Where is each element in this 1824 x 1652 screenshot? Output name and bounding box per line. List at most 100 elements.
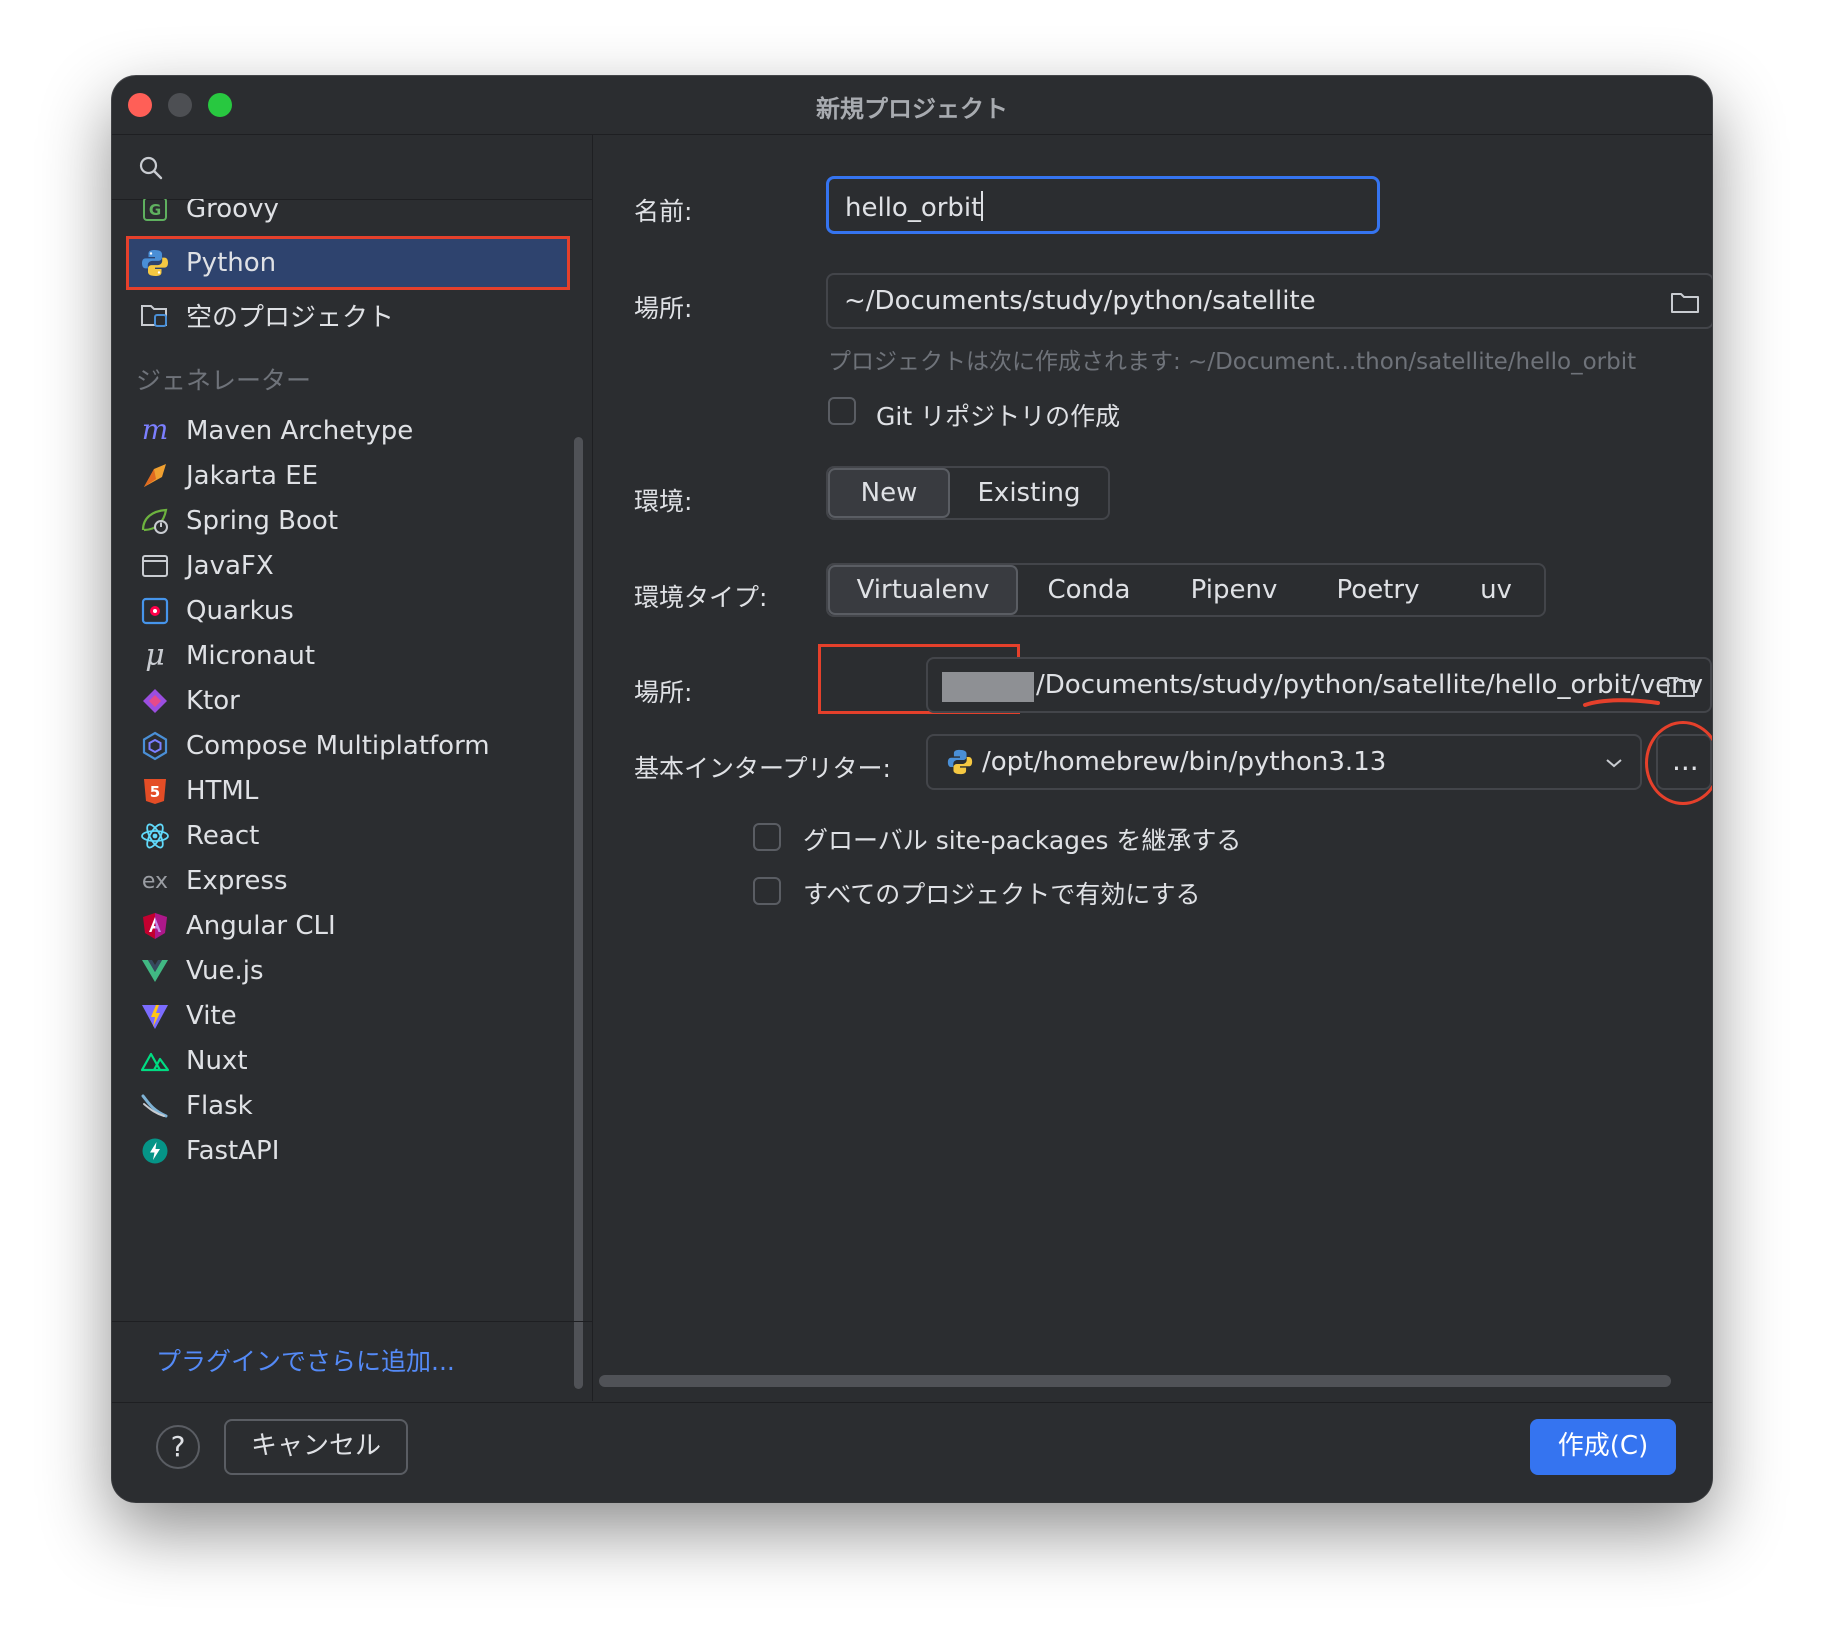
- sidebar-scrollbar[interactable]: [574, 437, 583, 1389]
- fastapi-icon: [138, 1134, 172, 1168]
- sidebar-item-label: Flask: [186, 1091, 253, 1121]
- env-type-option-conda[interactable]: Conda: [1018, 565, 1160, 615]
- form-horizontal-scrollbar[interactable]: [599, 1375, 1671, 1387]
- project-settings-form: 名前: hello_orbit 場所: ~/Documents/study/py…: [593, 135, 1712, 1401]
- sidebar-item-label: HTML: [186, 776, 259, 806]
- location-label: 場所:: [634, 294, 693, 323]
- maven-icon: m: [138, 414, 172, 448]
- chevron-down-icon: [1606, 759, 1622, 768]
- spring-boot-icon: [138, 504, 172, 538]
- venv-location-input[interactable]: /Documents/study/python/satellite/hello_…: [926, 657, 1712, 713]
- folder-icon[interactable]: [1666, 673, 1696, 699]
- svg-text:5: 5: [150, 783, 160, 801]
- express-icon: ex: [138, 864, 172, 898]
- sidebar-item-empty-project[interactable]: 空のプロジェクト: [128, 290, 568, 340]
- angular-icon: [138, 909, 172, 943]
- sidebar-item-compose-multiplatform[interactable]: Compose Multiplatform: [128, 721, 568, 771]
- env-type-option-virtualenv[interactable]: Virtualenv: [828, 565, 1018, 615]
- text-caret: [981, 191, 984, 221]
- sidebar-item-vue-js[interactable]: Vue.js: [128, 946, 568, 996]
- sidebar-item-label: Spring Boot: [186, 506, 339, 536]
- sidebar-item-quarkus[interactable]: Quarkus: [128, 586, 568, 636]
- sidebar-item-vite[interactable]: Vite: [128, 991, 568, 1041]
- all-projects-checkbox[interactable]: [753, 877, 781, 905]
- env-type-option-pipenv[interactable]: Pipenv: [1160, 565, 1308, 615]
- sidebar-item-label: Ktor: [186, 686, 240, 716]
- git-repo-checkbox[interactable]: [828, 397, 856, 425]
- sidebar-item-label: Vite: [186, 1001, 237, 1031]
- sidebar-item-label: Vue.js: [186, 956, 264, 986]
- sidebar-item-label: React: [186, 821, 260, 851]
- git-repo-label: Git リポジトリの作成: [876, 402, 1121, 431]
- base-interpreter-value: /opt/homebrew/bin/python3.13: [982, 747, 1387, 777]
- sidebar-item-label: Nuxt: [186, 1046, 248, 1076]
- quarkus-icon: [138, 594, 172, 628]
- sidebar-item-label: FastAPI: [186, 1136, 280, 1166]
- title-bar: 新規プロジェクト: [112, 76, 1712, 135]
- create-button[interactable]: 作成(C): [1530, 1419, 1676, 1475]
- compose-icon: [138, 729, 172, 763]
- sidebar-item-label: Micronaut: [186, 641, 316, 671]
- sidebar-item-label: Angular CLI: [186, 911, 336, 941]
- micronaut-icon: μ: [138, 639, 172, 673]
- name-input[interactable]: hello_orbit: [826, 176, 1380, 234]
- cancel-button[interactable]: キャンセル: [224, 1419, 408, 1475]
- name-input-value: hello_orbit: [845, 193, 982, 223]
- sidebar-item-nuxt[interactable]: Nuxt: [128, 1036, 568, 1086]
- environment-label: 環境:: [634, 487, 693, 516]
- sidebar-footer: プラグインでさらに追加...: [112, 1321, 592, 1402]
- sidebar-item-groovy[interactable]: G Groovy: [128, 199, 568, 234]
- jakarta-icon: [138, 459, 172, 493]
- search-icon: [139, 156, 163, 180]
- environment-segmented-control: New Existing: [826, 466, 1110, 520]
- sidebar-item-jakarta-ee[interactable]: Jakarta EE: [128, 451, 568, 501]
- dialog-footer: ? キャンセル 作成(C): [112, 1402, 1712, 1502]
- venv-location-label: 場所:: [634, 678, 693, 707]
- inherit-site-packages-checkbox[interactable]: [753, 823, 781, 851]
- sidebar-item-flask[interactable]: Flask: [128, 1081, 568, 1131]
- project-type-list: G Groovy Python 空のプロジェクト ジェネレーター m Maven…: [112, 199, 592, 1321]
- sidebar-item-maven-archetype[interactable]: m Maven Archetype: [128, 406, 568, 456]
- sidebar-item-label: Express: [186, 866, 288, 896]
- react-icon: [138, 819, 172, 853]
- sidebar-item-micronaut[interactable]: μ Micronaut: [128, 631, 568, 681]
- sidebar-item-label: Compose Multiplatform: [186, 731, 490, 761]
- help-button[interactable]: ?: [156, 1425, 200, 1469]
- sidebar: G Groovy Python 空のプロジェクト ジェネレーター m Maven…: [112, 135, 593, 1401]
- add-plugins-link[interactable]: プラグインでさらに追加...: [156, 1342, 455, 1378]
- location-input-value: ~/Documents/study/python/satellite: [844, 286, 1316, 316]
- location-input[interactable]: ~/Documents/study/python/satellite: [826, 273, 1712, 329]
- folder-icon[interactable]: [1670, 289, 1700, 315]
- python-icon: [947, 749, 973, 775]
- browse-highlight-circle: [1645, 721, 1712, 805]
- base-interpreter-select[interactable]: /opt/homebrew/bin/python3.13: [926, 734, 1642, 790]
- sidebar-item-react[interactable]: React: [128, 811, 568, 861]
- sidebar-item-javafx[interactable]: JavaFX: [128, 541, 568, 591]
- sidebar-item-ktor[interactable]: Ktor: [128, 676, 568, 726]
- svg-text:G: G: [149, 201, 161, 219]
- sidebar-item-html[interactable]: 5 HTML: [128, 766, 568, 816]
- sidebar-item-express[interactable]: ex Express: [128, 856, 568, 906]
- sidebar-item-label: Quarkus: [186, 596, 294, 626]
- flask-icon: [138, 1089, 172, 1123]
- location-hint: プロジェクトは次に作成されます: ~/Document...thon/satel…: [828, 349, 1637, 375]
- env-type-option-uv[interactable]: uv: [1448, 565, 1544, 615]
- environment-type-segmented-control: Virtualenv Conda Pipenv Poetry uv: [826, 563, 1546, 617]
- sidebar-item-fastapi[interactable]: FastAPI: [128, 1126, 568, 1176]
- empty-project-icon: [138, 298, 172, 332]
- env-type-option-poetry[interactable]: Poetry: [1308, 565, 1448, 615]
- sidebar-item-angular-cli[interactable]: Angular CLI: [128, 901, 568, 951]
- base-interpreter-label: 基本インタープリター:: [634, 754, 891, 783]
- sidebar-item-label: Maven Archetype: [186, 416, 414, 446]
- sidebar-item-python[interactable]: Python: [126, 236, 570, 290]
- groovy-icon: G: [138, 199, 172, 226]
- sidebar-item-label: 空のプロジェクト: [186, 302, 395, 333]
- sidebar-item-label: JavaFX: [186, 551, 274, 581]
- html5-icon: 5: [138, 774, 172, 808]
- all-projects-label: すべてのプロジェクトで有効にする: [803, 880, 1201, 909]
- env-option-existing[interactable]: Existing: [950, 468, 1108, 518]
- javafx-icon: [138, 549, 172, 583]
- sidebar-item-spring-boot[interactable]: Spring Boot: [128, 496, 568, 546]
- env-option-new[interactable]: New: [828, 468, 950, 518]
- sidebar-search[interactable]: [112, 135, 592, 200]
